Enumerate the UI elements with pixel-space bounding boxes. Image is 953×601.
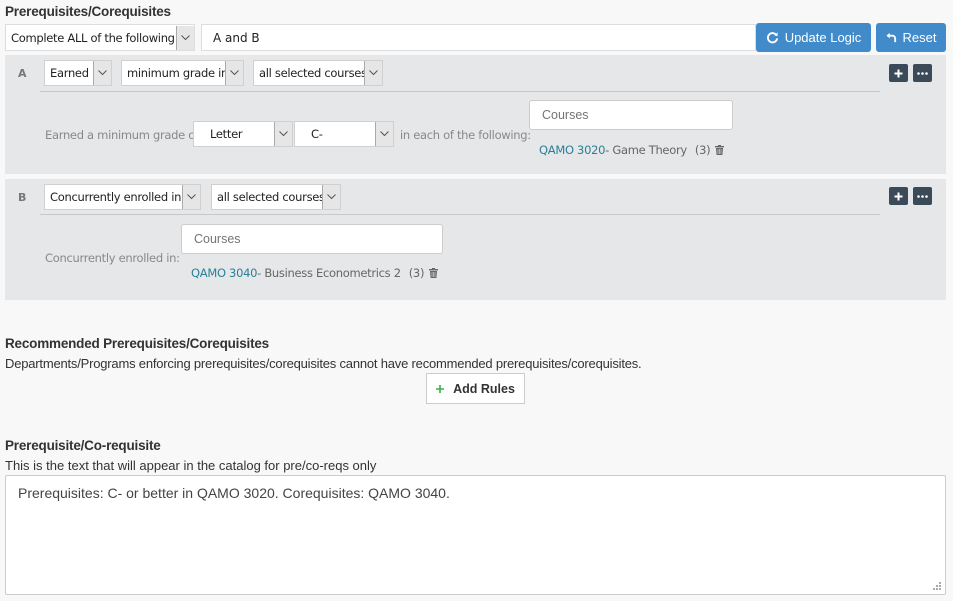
rule-a-detail-label: Earned a minimum grade of — [45, 128, 199, 142]
chevron-down-icon — [322, 185, 340, 209]
ellipsis-icon — [917, 194, 928, 198]
course-code-link[interactable]: QAMO 3020 — [539, 143, 605, 157]
plus-icon — [894, 69, 903, 78]
logic-mode-select[interactable]: Complete ALL of the following — [5, 24, 195, 51]
recommended-section-title: Recommended Prerequisites/Corequisites — [5, 336, 269, 351]
grade-value-select[interactable]: C- — [294, 121, 394, 147]
rule-a-letter: A — [18, 67, 27, 80]
undo-icon — [885, 32, 897, 43]
rule-b-scope-select[interactable]: all selected courses — [211, 184, 341, 210]
ellipsis-icon — [917, 71, 928, 75]
catalog-description: This is the text that will appear in the… — [5, 458, 377, 473]
rule-a-scope-select[interactable]: all selected courses — [253, 60, 383, 86]
rule-a-qualifier-value: minimum grade in — [127, 66, 225, 80]
rule-a-more-button[interactable] — [913, 64, 932, 82]
rule-b-condition-select[interactable]: Concurrently enrolled in — [44, 184, 201, 210]
course-code-link[interactable]: QAMO 3040 — [191, 266, 257, 280]
grade-type-value: Letter — [210, 127, 243, 141]
rule-a-courses-input[interactable] — [529, 100, 733, 130]
reset-button[interactable]: Reset — [876, 23, 946, 52]
rule-a-add-button[interactable] — [889, 64, 908, 82]
course-credits: (3) — [408, 266, 425, 280]
add-rules-label: Add Rules — [453, 381, 515, 396]
rule-b-add-button[interactable] — [889, 187, 908, 205]
rule-b-detail-label: Concurrently enrolled in: — [45, 251, 180, 265]
chevron-down-icon — [182, 185, 200, 209]
logic-expression-input[interactable]: A and B — [201, 24, 756, 51]
rule-a-condition-select[interactable]: Earned — [44, 60, 112, 86]
update-logic-button[interactable]: Update Logic — [756, 23, 871, 52]
chevron-down-icon — [375, 122, 393, 146]
plus-icon — [894, 192, 903, 201]
rule-b-more-button[interactable] — [913, 187, 932, 205]
catalog-section-title: Prerequisite/Co-requisite — [5, 438, 161, 453]
rule-b-scope-value: all selected courses — [217, 190, 322, 204]
prereq-section-title: Prerequisites/Corequisites — [5, 4, 171, 19]
rule-b-courses-input[interactable] — [181, 224, 443, 254]
grade-type-select[interactable]: Letter — [193, 121, 293, 147]
trash-icon[interactable] — [715, 145, 725, 155]
plus-icon — [436, 384, 445, 393]
rule-b-condition-value: Concurrently enrolled in — [50, 190, 182, 204]
chevron-down-icon — [225, 61, 243, 85]
logic-expression-value: A and B — [213, 30, 260, 45]
rule-a-suffix-label: in each of the following: — [400, 128, 531, 142]
rule-a-divider — [40, 91, 880, 92]
rule-a-course-item: QAMO 3020 - Game Theory (3) — [539, 143, 725, 157]
catalog-text-area[interactable]: Prerequisites: C- or better in QAMO 3020… — [5, 475, 946, 595]
course-credits: (3) — [694, 143, 711, 157]
rule-a-qualifier-select[interactable]: minimum grade in — [121, 60, 244, 86]
chevron-down-icon — [274, 122, 292, 146]
chevron-down-icon — [364, 61, 382, 85]
resize-handle-icon[interactable] — [932, 581, 942, 591]
rule-b-divider — [40, 214, 880, 215]
rule-b-letter: B — [18, 191, 27, 204]
recommended-note: Departments/Programs enforcing prerequis… — [5, 356, 642, 371]
rule-a-scope-value: all selected courses — [259, 66, 364, 80]
rule-b-course-item: QAMO 3040 - Business Econometrics 2 (3) — [191, 266, 439, 280]
grade-value: C- — [311, 127, 323, 141]
reset-label: Reset — [902, 30, 937, 45]
course-title: - Business Econometrics 2 — [257, 266, 401, 280]
trash-icon[interactable] — [429, 268, 439, 278]
catalog-text-value: Prerequisites: C- or better in QAMO 3020… — [18, 485, 450, 501]
update-logic-label: Update Logic — [784, 30, 862, 45]
refresh-icon — [766, 31, 779, 44]
add-rules-button[interactable]: Add Rules — [426, 373, 525, 404]
chevron-down-icon — [93, 61, 111, 85]
logic-mode-value: Complete ALL of the following — [11, 30, 175, 45]
rule-a-condition-value: Earned — [50, 66, 89, 80]
chevron-down-icon — [176, 25, 194, 50]
course-title: - Game Theory — [605, 143, 687, 157]
